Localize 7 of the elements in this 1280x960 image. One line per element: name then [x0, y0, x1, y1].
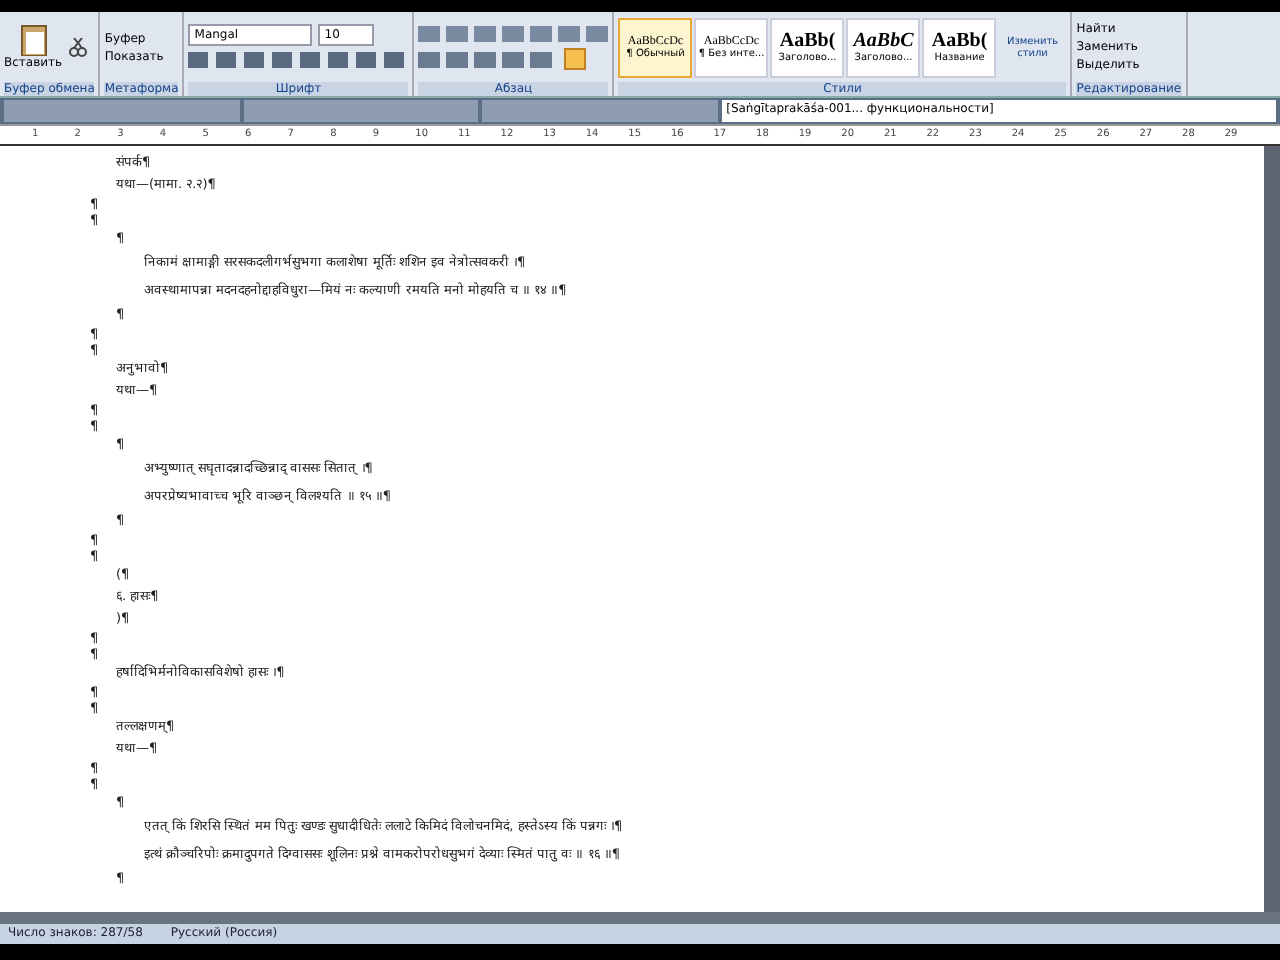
font-format-icons[interactable] — [188, 50, 409, 70]
list-icons[interactable] — [418, 24, 609, 44]
horizontal-scrollbar[interactable] — [0, 912, 1280, 924]
scissors-icon[interactable] — [68, 37, 89, 57]
vertical-scrollbar[interactable] — [1264, 146, 1280, 912]
formatting-marks-toggle[interactable] — [564, 48, 587, 70]
clipboard-icon — [15, 24, 52, 56]
